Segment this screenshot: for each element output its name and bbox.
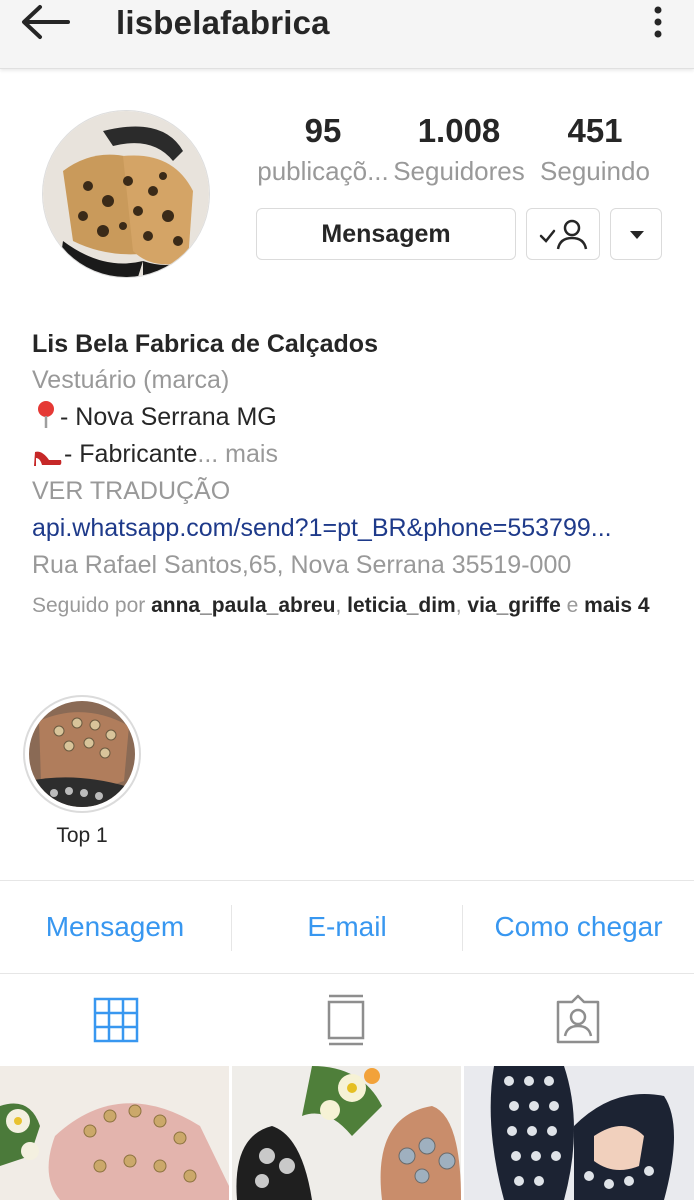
post-thumbnail[interactable] [464, 1066, 694, 1200]
dropdown-button[interactable] [610, 208, 662, 260]
map-pin-icon [38, 401, 54, 428]
follower-name[interactable]: anna_paula_abreu [151, 594, 335, 617]
post-thumbnail[interactable] [232, 1066, 461, 1200]
post-thumbnail[interactable] [0, 1066, 229, 1200]
high-heel-icon [34, 451, 62, 466]
email-action[interactable]: E-mail [232, 881, 462, 973]
bio-location-text: - Nova Serrana MG [60, 403, 277, 431]
black-and-nude-sandals-image [232, 1066, 461, 1200]
tagged-person-icon[interactable] [550, 992, 606, 1048]
profile-name: Lis Bela Fabrica de Calçados [32, 330, 378, 358]
stat-posts[interactable]: 95 publicaçõ... [256, 112, 390, 187]
following-count: 451 [567, 112, 623, 149]
see-translation-link[interactable]: VER TRADUÇÃO [32, 473, 672, 510]
top-bar: lisbelafabrica [0, 0, 694, 69]
caret-down-icon [630, 231, 644, 239]
studded-sandal-image [29, 701, 135, 807]
follower-name[interactable]: via_griffe [467, 594, 560, 617]
followed-by[interactable]: Seguido por anna_paula_abreu, leticia_di… [32, 592, 672, 619]
stat-followers[interactable]: 1.008 Seguidores [392, 112, 526, 187]
message-button[interactable]: Mensagem [256, 208, 516, 260]
posts-label: publicaçõ... [257, 156, 389, 186]
following-button[interactable] [526, 208, 600, 260]
profile-username: lisbelafabrica [116, 4, 330, 41]
feed-icon[interactable] [318, 992, 374, 1048]
follower-name[interactable]: leticia_dim [347, 594, 456, 617]
profile-avatar[interactable] [42, 110, 210, 278]
back-arrow-icon[interactable] [18, 2, 72, 42]
profile-bio: Lis Bela Fabrica de Calçados Vestuário (… [32, 326, 672, 584]
leopard-sandal-image [43, 111, 209, 277]
followers-label: Seguidores [393, 156, 525, 186]
pearl-slipper-image [464, 1066, 694, 1200]
website-link[interactable]: api.whatsapp.com/send?1=pt_BR&phone=5537… [32, 510, 672, 547]
stat-following[interactable]: 451 Seguindo [530, 112, 660, 187]
posts-count: 95 [304, 112, 342, 149]
bio-more-link[interactable]: ... mais [197, 440, 278, 468]
pink-sandal-image [0, 1066, 229, 1200]
directions-action[interactable]: Como chegar [463, 881, 694, 973]
more-vertical-icon[interactable] [644, 4, 672, 40]
followers-count: 1.008 [417, 112, 501, 149]
grid-icon[interactable] [88, 992, 144, 1048]
message-action[interactable]: Mensagem [0, 881, 230, 973]
profile-category: Vestuário (marca) [32, 366, 230, 394]
bio-line-location: - Nova Serrana MG [32, 399, 672, 436]
followed-by-and: e [560, 594, 585, 617]
followed-by-prefix: Seguido por [32, 594, 152, 617]
highlight-cover[interactable] [29, 701, 135, 807]
following-label: Seguindo [540, 156, 650, 186]
contact-actions: Mensagem E-mail Como chegar [0, 880, 694, 974]
user-check-icon [539, 219, 588, 250]
bio-manufacturer-text: - Fabricante [64, 440, 198, 468]
followed-by-more[interactable]: mais 4 [584, 594, 649, 617]
highlight-label: Top 1 [56, 824, 108, 847]
bio-line-manufacturer: - Fabricante... mais [32, 436, 672, 473]
address-text[interactable]: Rua Rafael Santos,65, Nova Serrana 35519… [32, 547, 672, 584]
